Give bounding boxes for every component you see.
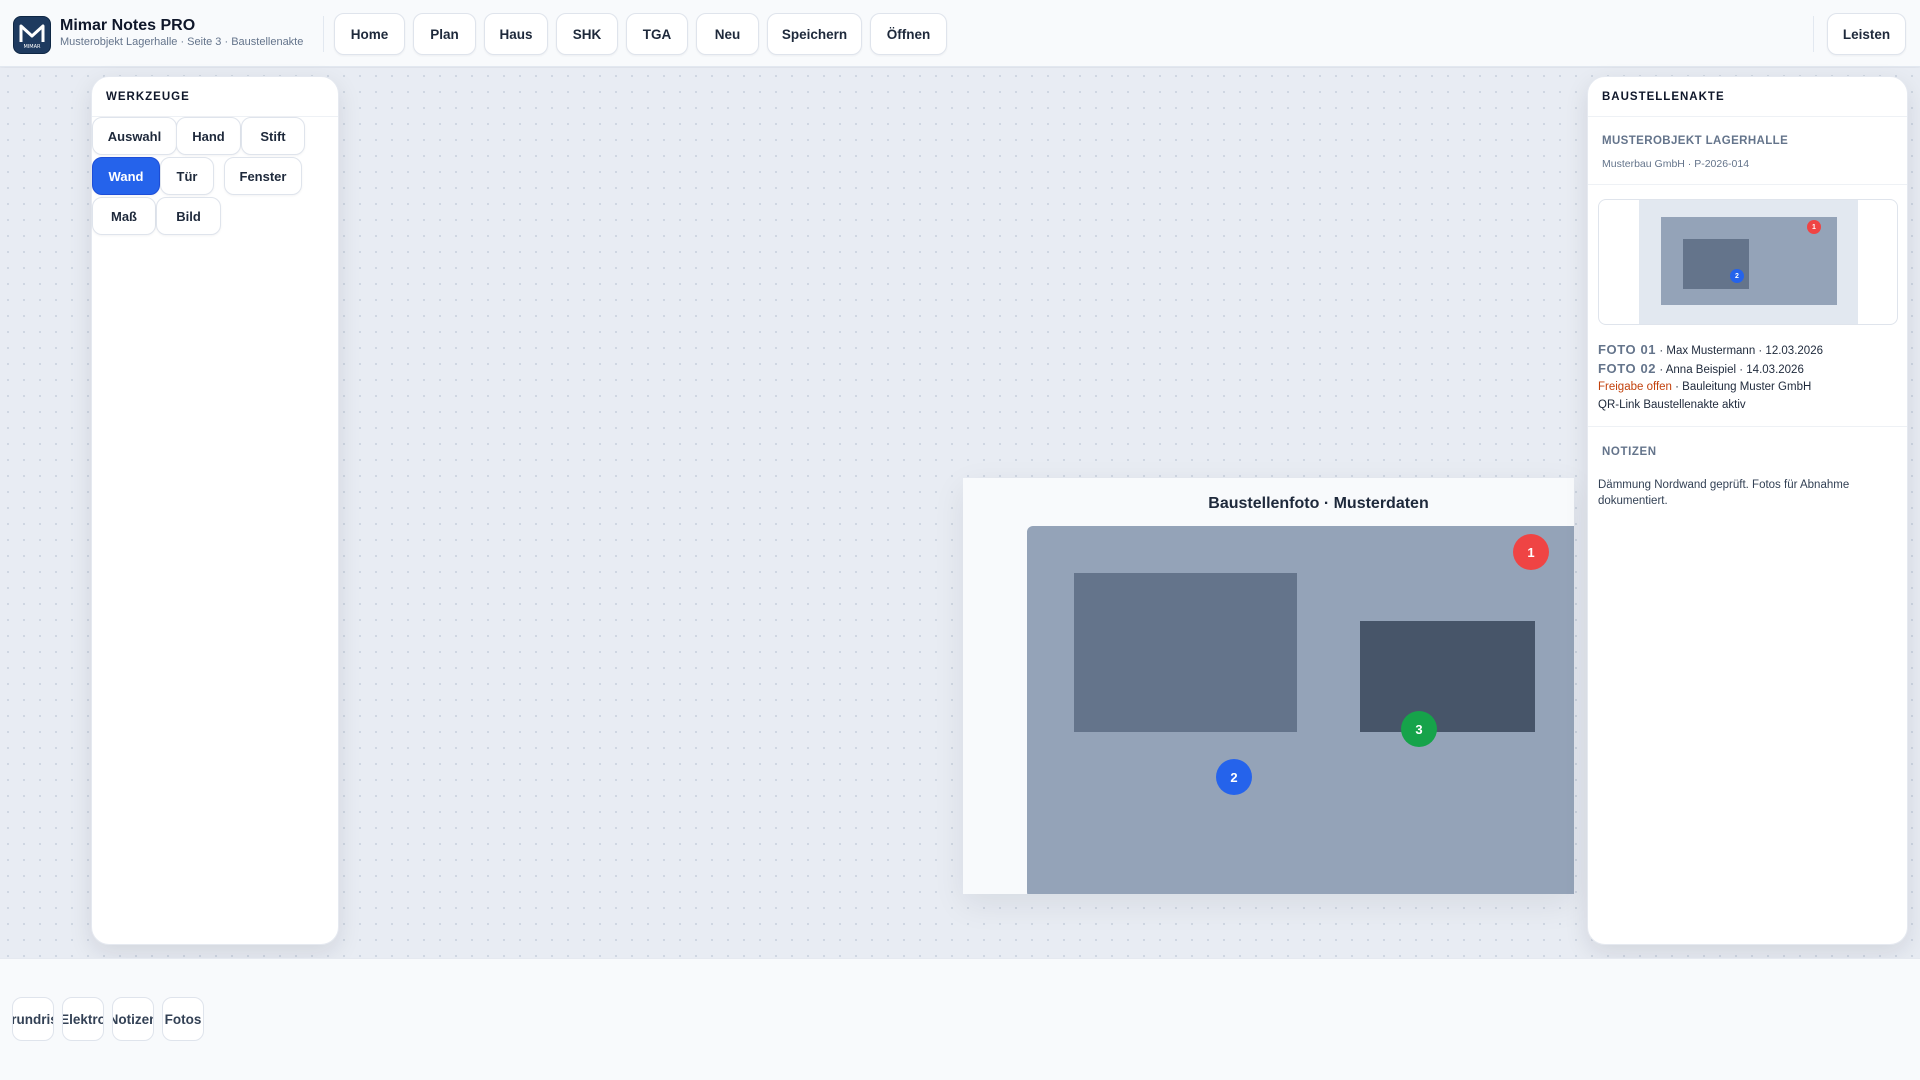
tool-wand[interactable]: Wand — [92, 157, 160, 195]
plan-button[interactable]: Plan — [413, 13, 476, 55]
project-subtitle: Musterbau GmbH · P-2026-014 — [1602, 158, 1750, 170]
freigabe-details: · Bauleitung Muster GmbH — [1671, 381, 1812, 393]
thumbnail-frame: 1 2 — [1639, 200, 1858, 324]
panel-divider — [1588, 426, 1907, 427]
svg-text:MIMAR: MIMAR — [24, 44, 42, 50]
photo-thumbnail[interactable]: 1 2 — [1598, 199, 1898, 325]
freigabe-entry: Freigabe offen · Bauleitung Muster GmbH — [1598, 381, 1811, 393]
toolbar-divider-right — [1813, 16, 1814, 52]
photo-object-right — [1360, 621, 1535, 732]
tool-hand[interactable]: Hand — [176, 117, 241, 155]
bottom-bar: Grundriss Elektro Notizen Fotos — [0, 958, 1920, 1080]
tool-bild[interactable]: Bild — [156, 197, 221, 235]
haus-button[interactable]: Haus — [484, 13, 548, 55]
freigabe-status: Freigabe offen — [1598, 381, 1672, 393]
foto-01-entry: FOTO 01 · Max Mustermann · 12.03.2026 — [1598, 342, 1823, 357]
photo-title: Baustellenfoto · Musterdaten — [1208, 495, 1429, 512]
tab-elektro[interactable]: Elektro — [62, 997, 104, 1041]
tool-mass[interactable]: Maß — [92, 197, 156, 235]
photo-object-left — [1074, 573, 1297, 732]
panel-divider — [1588, 184, 1907, 185]
tool-auswahl[interactable]: Auswahl — [92, 117, 177, 155]
main-nav: Home Plan Haus SHK TGA Neu Speichern Öff… — [334, 13, 947, 55]
photo-image[interactable]: 1 2 3 — [1027, 526, 1574, 894]
app-title: Mimar Notes PRO — [60, 17, 196, 34]
shk-button[interactable]: SHK — [556, 13, 618, 55]
foto-01-label: FOTO 01 — [1598, 342, 1657, 357]
project-name: MUSTEROBJEKT LAGERHALLE — [1602, 135, 1789, 147]
thumbnail-image: 1 2 — [1661, 217, 1837, 305]
tab-notizen[interactable]: Notizen — [112, 997, 154, 1041]
photo-marker-2[interactable]: 2 — [1216, 759, 1252, 795]
foto-02-label: FOTO 02 — [1598, 361, 1657, 376]
tool-fenster[interactable]: Fenster — [224, 157, 302, 195]
thumbnail-marker-2: 2 — [1730, 269, 1744, 283]
tools-heading: WERKZEUGE — [92, 77, 338, 117]
layer-tabs: Grundriss Elektro Notizen Fotos — [12, 997, 204, 1041]
foto-02-details: · Anna Beispiel · 14.03.2026 — [1656, 364, 1804, 376]
qr-link-status[interactable]: QR-Link Baustellenakte aktiv — [1598, 399, 1746, 411]
new-button[interactable]: Neu — [696, 13, 759, 55]
tools-panel: WERKZEUGE Auswahl Hand Stift Wand Tür Fe… — [91, 76, 339, 945]
tab-grundriss[interactable]: Grundriss — [12, 997, 54, 1041]
toolbar-divider — [323, 16, 324, 52]
foto-02-entry: FOTO 02 · Anna Beispiel · 14.03.2026 — [1598, 361, 1804, 376]
app-logo-icon: MIMAR — [13, 16, 51, 54]
tool-stift[interactable]: Stift — [241, 117, 305, 155]
top-toolbar: MIMAR Mimar Notes PRO Musterobjekt Lager… — [0, 0, 1920, 67]
notes-text[interactable]: Dämmung Nordwand geprüft. Fotos für Abna… — [1598, 477, 1898, 509]
save-button[interactable]: Speichern — [767, 13, 862, 55]
open-button[interactable]: Öffnen — [870, 13, 947, 55]
tab-fotos[interactable]: Fotos — [162, 997, 204, 1041]
baustellenakte-panel: BAUSTELLENAKTE MUSTEROBJEKT LAGERHALLE M… — [1587, 76, 1908, 945]
notes-heading: NOTIZEN — [1602, 446, 1657, 458]
tga-button[interactable]: TGA — [626, 13, 688, 55]
leisten-button[interactable]: Leisten — [1827, 13, 1906, 55]
photo-card[interactable]: Baustellenfoto · Musterdaten 1 2 3 — [963, 478, 1574, 894]
home-button[interactable]: Home — [334, 13, 405, 55]
tool-tuer[interactable]: Tür — [160, 157, 214, 195]
thumbnail-marker-1: 1 — [1807, 220, 1821, 234]
photo-marker-1[interactable]: 1 — [1513, 534, 1549, 570]
foto-01-details: · Max Mustermann · 12.03.2026 — [1656, 345, 1823, 357]
photo-marker-3[interactable]: 3 — [1401, 711, 1437, 747]
document-breadcrumb: Musterobjekt Lagerhalle · Seite 3 · Baus… — [60, 36, 304, 48]
panel-heading: BAUSTELLENAKTE — [1588, 77, 1907, 117]
